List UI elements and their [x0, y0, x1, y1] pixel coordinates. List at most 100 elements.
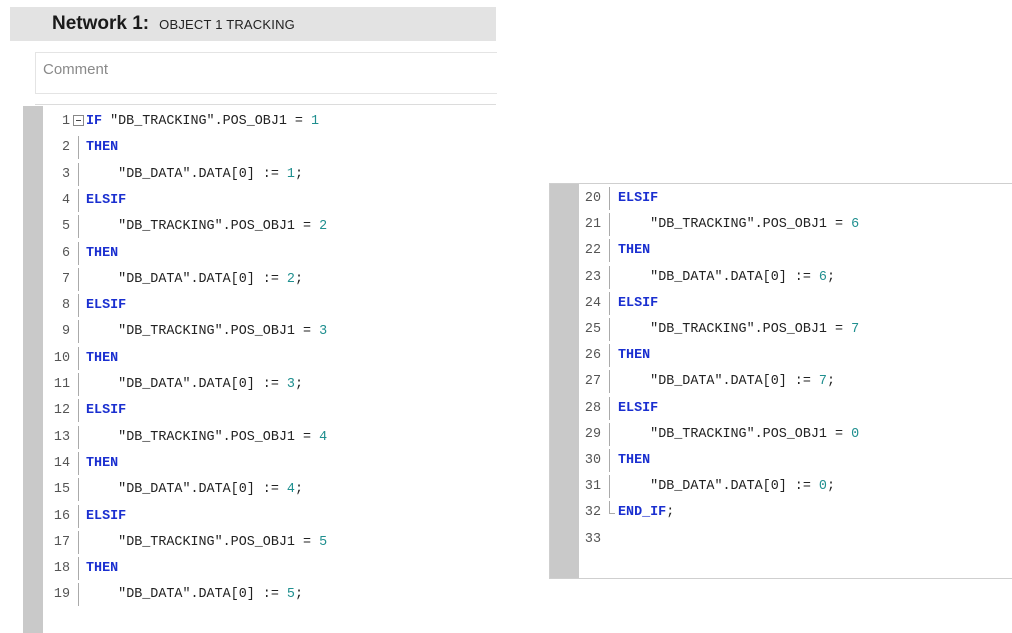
- code-line[interactable]: 25 "DB_TRACKING".POS_OBJ1 = 7: [579, 318, 1012, 341]
- fold-guide: [78, 241, 79, 265]
- code-line[interactable]: 4 ELSIF: [43, 188, 496, 212]
- code-punctuation: ;: [294, 166, 303, 182]
- code-text: ELSIF: [618, 292, 658, 315]
- code-keyword: THEN: [86, 245, 119, 261]
- fold-guide: [78, 451, 79, 475]
- code-text: ELSIF: [86, 189, 126, 212]
- code-line[interactable]: 16 ELSIF: [43, 504, 496, 528]
- code-keyword: IF: [86, 114, 103, 129]
- code-line[interactable]: 13 "DB_TRACKING".POS_OBJ1 = 4: [43, 425, 496, 449]
- code-line[interactable]: 11 "DB_DATA".DATA[0] := 3;: [43, 373, 496, 396]
- line-number: 5: [61, 219, 70, 235]
- line-number: 27: [584, 374, 601, 390]
- code-line[interactable]: 26 THEN: [579, 344, 1012, 368]
- code-line[interactable]: 1 IF "DB_TRACKING".POS_OBJ1 = 1: [43, 110, 496, 133]
- fold-guide: [78, 215, 79, 239]
- code-text: "DB_TRACKING".POS_OBJ1 = 4: [86, 426, 327, 449]
- line-number: 31: [584, 479, 601, 495]
- code-number: 3: [319, 324, 328, 340]
- fold-guide: [78, 188, 79, 212]
- code-line[interactable]: 27 "DB_DATA".DATA[0] := 7;: [579, 370, 1012, 394]
- network-header[interactable]: Network 1: OBJECT 1 TRACKING: [10, 7, 496, 41]
- code-line[interactable]: 8 ELSIF: [43, 294, 496, 318]
- code-line[interactable]: 9 "DB_TRACKING".POS_OBJ1 = 3: [43, 320, 496, 344]
- code-line[interactable]: 6 THEN: [43, 241, 496, 265]
- code-punctuation: ;: [294, 587, 303, 603]
- fold-guide: [78, 557, 79, 581]
- code-line[interactable]: 7 "DB_DATA".DATA[0] := 2;: [43, 267, 496, 291]
- line-number: 16: [53, 508, 70, 524]
- code-text: "DB_DATA".DATA[0] := 2;: [86, 268, 303, 291]
- code-number: 4: [319, 429, 328, 445]
- code-line[interactable]: 3 "DB_DATA".DATA[0] := 1;: [43, 162, 496, 186]
- code-line[interactable]: 2 THEN: [43, 136, 496, 160]
- code-line[interactable]: 5 "DB_TRACKING".POS_OBJ1 = 2: [43, 215, 496, 239]
- line-number: 29: [584, 426, 601, 442]
- line-number: 28: [584, 400, 601, 416]
- code-text: THEN: [86, 347, 118, 370]
- code-text: "DB_DATA".DATA[0] := 6;: [618, 266, 835, 289]
- code-number: 1: [311, 114, 320, 129]
- fold-guide: [609, 396, 610, 420]
- line-number: 24: [584, 295, 601, 311]
- fold-guide: [78, 373, 79, 396]
- code-keyword: ELSIF: [86, 298, 127, 314]
- code-text: "DB_DATA".DATA[0] := 0;: [618, 475, 835, 498]
- line-number: 33: [584, 531, 601, 547]
- code-line[interactable]: 10 THEN: [43, 346, 496, 370]
- code-line[interactable]: 29 "DB_TRACKING".POS_OBJ1 = 0: [579, 422, 1012, 446]
- code-line[interactable]: 28 ELSIF: [579, 396, 1012, 420]
- code-line[interactable]: 23 "DB_DATA".DATA[0] := 6;: [579, 265, 1012, 289]
- line-number: 22: [584, 243, 601, 259]
- collapse-icon[interactable]: [73, 115, 84, 126]
- code-editor-right[interactable]: 20 ELSIF 21 "DB_TRACKING".POS_OBJ1 = 6 22 TH…: [549, 183, 1012, 579]
- network-name[interactable]: OBJECT 1 TRACKING: [159, 17, 295, 32]
- code-line[interactable]: 30 THEN: [579, 449, 1012, 472]
- line-number: 2: [61, 140, 70, 156]
- code-text: "DB_TRACKING".POS_OBJ1 = 7: [618, 318, 859, 341]
- fold-guide: [609, 422, 610, 446]
- code-text: THEN: [86, 136, 118, 159]
- line-number: 30: [584, 453, 601, 468]
- code-line[interactable]: 32 END_IF;: [579, 501, 1012, 524]
- code-line[interactable]: 22 THEN: [579, 239, 1012, 263]
- code-line[interactable]: 19 "DB_DATA".DATA[0] := 5;: [43, 583, 496, 607]
- code-expression: "DB_TRACKING".POS_OBJ1 =: [118, 429, 320, 445]
- code-line[interactable]: 12 ELSIF: [43, 399, 496, 423]
- code-text: THEN: [618, 344, 650, 367]
- code-line[interactable]: 31 "DB_DATA".DATA[0] := 0;: [579, 475, 1012, 499]
- code-line[interactable]: 17 "DB_TRACKING".POS_OBJ1 = 5: [43, 530, 496, 554]
- code-line[interactable]: 33: [579, 528, 1012, 551]
- fold-guide: [78, 294, 79, 318]
- code-line[interactable]: 20 ELSIF: [579, 187, 1012, 210]
- code-line[interactable]: 15 "DB_DATA".DATA[0] := 4;: [43, 478, 496, 502]
- fold-guide: [78, 478, 79, 502]
- code-expression: "DB_DATA".DATA[0] :=: [118, 587, 287, 603]
- code-line[interactable]: 24 ELSIF: [579, 291, 1012, 315]
- code-line[interactable]: 14 THEN: [43, 451, 496, 475]
- code-text: ELSIF: [618, 187, 658, 210]
- network-comment-field[interactable]: Comment: [35, 52, 497, 94]
- code-expression: "DB_TRACKING".POS_OBJ1 =: [118, 534, 320, 550]
- code-expression: "DB_TRACKING".POS_OBJ1 =: [118, 324, 320, 340]
- code-editor-left[interactable]: 1 IF "DB_TRACKING".POS_OBJ1 = 1 2 THEN 3 "DB…: [23, 106, 496, 633]
- fold-guide: [78, 530, 79, 554]
- code-text: "DB_TRACKING".POS_OBJ1 = 2: [86, 215, 327, 238]
- line-number: 7: [61, 271, 70, 287]
- code-text: "DB_DATA".DATA[0] := 7;: [618, 370, 835, 393]
- code-line[interactable]: 18 THEN: [43, 557, 496, 581]
- code-line[interactable]: 21 "DB_TRACKING".POS_OBJ1 = 6: [579, 213, 1012, 237]
- code-text: "DB_TRACKING".POS_OBJ1 = 6: [618, 213, 859, 236]
- code-text: ELSIF: [86, 399, 126, 422]
- fold-guide: [78, 136, 79, 160]
- line-number: 25: [584, 322, 601, 337]
- code-expression: "DB_TRACKING".POS_OBJ1 =: [650, 217, 852, 233]
- line-number: 13: [53, 429, 70, 445]
- code-text: ELSIF: [86, 294, 126, 317]
- code-text: "DB_TRACKING".POS_OBJ1 = 3: [86, 320, 327, 343]
